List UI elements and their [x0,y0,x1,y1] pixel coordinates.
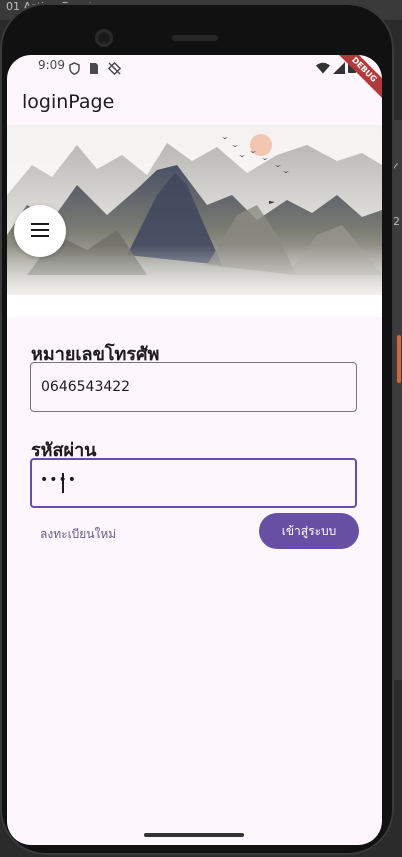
phone-input[interactable] [30,362,357,412]
earpiece-speaker [172,35,218,41]
phone-frame: 9:09 DEBUG loginPage หมายเลขโทรศัพ 06465… [0,3,394,855]
password-mask: •••• [40,472,78,488]
menu-button[interactable] [14,205,66,257]
background-scroll-marker [397,335,401,383]
status-bar: 9:09 DEBUG [7,55,382,104]
home-indicator[interactable] [144,833,244,837]
sim-icon [89,60,99,79]
password-input[interactable] [30,458,357,508]
page-title: loginPage [22,91,115,113]
location-off-icon [107,60,122,79]
camera-lens [95,29,113,47]
wifi-icon [316,59,330,78]
status-time: 9:09 [38,58,65,72]
register-link[interactable]: ลงทะเบียนใหม่ [40,525,116,544]
text-cursor [62,473,64,493]
app-screen: 9:09 DEBUG loginPage หมายเลขโทรศัพ 06465… [7,55,382,845]
shield-icon [69,60,80,79]
menu-icon [31,222,49,241]
background-number-glyph: 2 [393,215,400,228]
signal-icon [333,59,345,78]
login-button[interactable]: เข้าสู่ระบบ [259,513,359,549]
